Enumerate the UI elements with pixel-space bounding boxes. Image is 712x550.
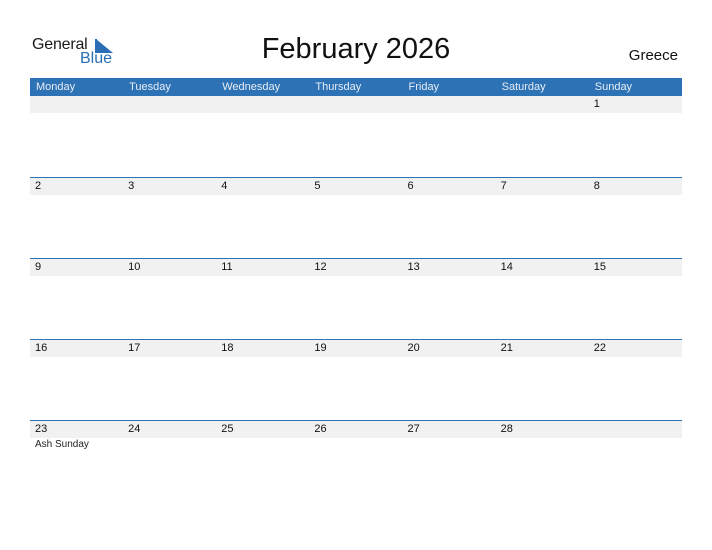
day-cell: 19 — [314, 342, 327, 354]
day-cell — [403, 96, 496, 113]
day-cell: 3 — [128, 180, 135, 192]
day-cell: 9 — [35, 261, 42, 273]
day-cell: 8 — [593, 180, 600, 192]
date-band: 23 24 25 26 27 28 — [30, 421, 682, 438]
day-cell: 14 — [500, 261, 513, 273]
weekday-thursday: Thursday — [315, 81, 362, 93]
week-row-5: 23 24 25 26 27 28 Ash Sunday — [30, 420, 682, 502]
day-cell: 13 — [407, 261, 420, 273]
day-cell: 10 — [128, 261, 141, 273]
weekday-friday: Friday — [408, 81, 440, 93]
day-cell: 18 — [221, 342, 234, 354]
day-cell: 16 — [35, 342, 48, 354]
day-cell — [309, 96, 402, 113]
day-cell: 6 — [407, 180, 414, 192]
day-cell: 22 — [593, 342, 606, 354]
week-row-1: 1 — [30, 96, 682, 177]
day-cell: 17 — [128, 342, 141, 354]
calendar-title: February 2026 — [261, 33, 451, 65]
week-row-3: 9 10 11 12 13 14 15 — [30, 258, 682, 340]
day-cell: 28 — [500, 423, 513, 435]
weekday-sunday: Sunday — [594, 81, 633, 93]
day-cell — [496, 96, 589, 113]
day-cell: 24 — [128, 423, 141, 435]
day-cell: 7 — [500, 180, 507, 192]
day-cell: 11 — [221, 261, 233, 273]
day-cell: 27 — [407, 423, 420, 435]
day-cell: 15 — [593, 261, 606, 273]
day-cell: 23 — [35, 423, 48, 435]
day-cell: 26 — [314, 423, 327, 435]
week-row-2: 2 3 4 5 6 7 8 — [30, 177, 682, 259]
weekday-wednesday: Wednesday — [222, 81, 281, 93]
day-cell: 1 — [593, 98, 600, 110]
day-cell — [216, 96, 309, 113]
day-cell: 25 — [221, 423, 234, 435]
weekday-tuesday: Tuesday — [129, 81, 171, 93]
date-band: 9 10 11 12 13 14 15 — [30, 259, 682, 276]
date-band: 16 17 18 19 20 21 22 — [30, 340, 682, 357]
day-cell — [589, 421, 682, 438]
date-band: 1 — [30, 96, 682, 113]
date-band: 2 3 4 5 6 7 8 — [30, 178, 682, 195]
weekday-monday: Monday — [36, 81, 76, 93]
country-label: Greece — [628, 47, 678, 64]
weekday-header: Monday Tuesday Wednesday Thursday Friday… — [30, 78, 682, 96]
day-cell: 2 — [35, 180, 42, 192]
holiday-label: Ash Sunday — [35, 439, 89, 450]
day-cell: 20 — [407, 342, 420, 354]
day-cell: 4 — [221, 180, 228, 192]
day-cell: 12 — [314, 261, 327, 273]
week-row-4: 16 17 18 19 20 21 22 — [30, 339, 682, 421]
day-cell: 5 — [314, 180, 321, 192]
weekday-saturday: Saturday — [501, 81, 546, 93]
day-cell: 21 — [500, 342, 513, 354]
day-cell — [123, 96, 216, 113]
day-cell — [30, 96, 123, 113]
